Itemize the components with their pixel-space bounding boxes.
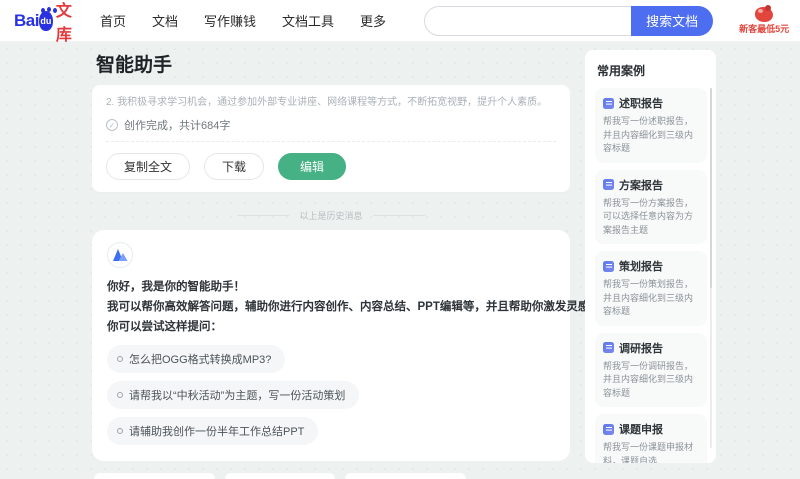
download-button[interactable]: 下载: [204, 153, 265, 180]
case-description: 帮我写一份述职报告，并且内容细化到三级内容标题: [603, 116, 694, 153]
nav-item[interactable]: 文档工具: [282, 11, 334, 30]
check-circle-icon: ✓: [106, 119, 118, 131]
edit-button[interactable]: 编辑: [278, 153, 347, 180]
document-icon: [603, 342, 614, 353]
case-description: 帮我写一份策划报告，并且内容细化到三级内容标题: [603, 279, 694, 316]
logo-text-wenku: 文库: [55, 2, 72, 44]
case-item[interactable]: 课题申报 帮我写一份课题申报材料，课题自选: [595, 414, 707, 463]
common-cases-sidebar: 常用案例 述职报告 帮我写一份述职报告，并且内容细化到三级内容标题 方案报告 帮…: [585, 50, 716, 463]
new-user-promo[interactable]: 新客最低5元: [739, 5, 790, 34]
history-actions: 复制全文 下载 编辑: [106, 153, 556, 180]
prompt-bullet-icon: [117, 428, 123, 435]
document-icon: [603, 423, 614, 435]
case-title: 方案报告: [619, 179, 663, 192]
nav-item[interactable]: 写作赚钱: [204, 11, 256, 30]
greeting-line-2: 我可以帮你高效解答问题，辅助你进行内容创作、内容总结、PPT编辑等，并且帮助你激…: [107, 301, 636, 314]
document-icon: [603, 179, 614, 190]
creation-status-row: ✓ 创作完成，共计684字: [106, 117, 556, 142]
suggested-prompt[interactable]: 怎么把OGG格式转换成MP3?: [107, 345, 286, 374]
case-item[interactable]: 调研报告 帮我写一份调研报告，并且内容细化到三级内容标题: [595, 332, 707, 407]
nav-item[interactable]: 首页: [100, 11, 126, 30]
prompt-text: 怎么把OGG格式转换成MP3?: [129, 354, 272, 367]
creation-status: 创作完成，共计684字: [124, 120, 231, 132]
suggested-prompts: 怎么把OGG格式转换成MP3? 请帮我以“中秋活动”为主题，写一份活动策划 请辅…: [107, 345, 555, 446]
prompt-text: 请辅助我创作一份半年工作总结PPT: [129, 426, 305, 439]
page-title: 智能助手: [96, 55, 173, 76]
case-item[interactable]: 述职报告 帮我写一份述职报告，并且内容细化到三级内容标题: [595, 88, 707, 163]
case-item[interactable]: 方案报告 帮我写一份方案报告，可以选择任意内容为方案报告主题: [595, 169, 707, 244]
assistant-panel: 智能助手 2. 我积极寻求学习机会，通过参加外部专业讲座、网络课程等方式，不断拓…: [92, 50, 636, 479]
top-navbar: Bai du 文库 首页 文档 写作赚钱 文档工具 更多 搜索文档 新客最低5元…: [0, 0, 800, 45]
history-divider: 以上是历史消息: [92, 209, 570, 222]
assistant-avatar-icon: [107, 242, 133, 268]
navbar-tools: 新客最低5元 客户端 看过: [739, 5, 800, 34]
history-message-card: 2. 我积极寻求学习机会，通过参加外部专业讲座、网络课程等方式，不断拓宽视野，提…: [92, 85, 570, 192]
case-title: 策划报告: [619, 261, 663, 273]
case-title: 调研报告: [619, 342, 663, 355]
baidu-wenku-logo[interactable]: Bai du 文库: [14, 0, 78, 45]
baidu-paw-icon: du: [38, 6, 57, 31]
quick-chip[interactable]: 帮我写一份个人简历: [94, 473, 215, 479]
greeting-line-3: 你可以尝试这样提问：: [107, 321, 222, 334]
case-description: 帮我写一份方案报告，可以选择任意内容为方案报告主题: [603, 197, 694, 235]
case-list: 述职报告 帮我写一份述职报告，并且内容细化到三级内容标题 方案报告 帮我写一份方…: [595, 88, 707, 463]
sidebar-scrollbar-thumb[interactable]: [710, 88, 712, 288]
case-description: 帮我写一份调研报告，并且内容细化到三级内容标题: [603, 360, 694, 398]
history-text-snippet: 2. 我积极寻求学习机会，通过参加外部专业讲座、网络课程等方式，不断拓宽视野，提…: [106, 97, 548, 108]
nav-item[interactable]: 文档: [152, 11, 178, 30]
case-title: 课题申报: [619, 424, 663, 436]
quick-chips: 帮我写一份个人简历 帮我写一篇承诺书 帮我写一篇经验交流: [94, 473, 570, 479]
sidebar-title: 常用案例: [597, 64, 646, 78]
search-button[interactable]: 搜索文档: [631, 5, 714, 36]
promo-label: 新客最低5元: [739, 24, 790, 34]
suggested-prompt[interactable]: 请帮我以“中秋活动”为主题，写一份活动策划: [107, 381, 360, 410]
copy-all-button[interactable]: 复制全文: [106, 153, 191, 180]
assistant-greeting-card: 你好，我是你的智能助手！ 我可以帮你高效解答问题，辅助你进行内容创作、内容总结、…: [92, 230, 636, 462]
prompt-bullet-icon: [117, 392, 123, 399]
prompt-bullet-icon: [117, 356, 123, 363]
logo-text-bai: Bai: [14, 10, 39, 30]
promo-redpacket-icon: [755, 5, 774, 22]
quick-chip[interactable]: 帮我写一篇承诺书: [225, 473, 335, 479]
document-icon: [603, 260, 614, 272]
quick-chip[interactable]: 帮我写一篇经验交流: [345, 473, 466, 479]
main-nav: 首页 文档 写作赚钱 文档工具 更多: [100, 11, 386, 30]
greeting-line-1: 你好，我是你的智能助手！: [107, 281, 245, 293]
case-item[interactable]: 策划报告 帮我写一份策划报告，并且内容细化到三级内容标题: [595, 251, 707, 326]
document-icon: [603, 97, 614, 109]
nav-item[interactable]: 更多: [360, 11, 386, 30]
logo-text-du: du: [40, 15, 52, 26]
suggested-prompt[interactable]: 请辅助我创作一份半年工作总结PPT: [107, 417, 319, 446]
case-description: 帮我写一份课题申报材料，课题自选: [603, 442, 694, 463]
search-input[interactable]: [424, 5, 632, 36]
history-divider-label: 以上是历史消息: [299, 211, 363, 221]
prompt-text: 请帮我以“中秋活动”为主题，写一份活动策划: [129, 390, 346, 403]
case-title: 述职报告: [619, 98, 663, 110]
search-bar: 搜索文档: [424, 5, 714, 36]
